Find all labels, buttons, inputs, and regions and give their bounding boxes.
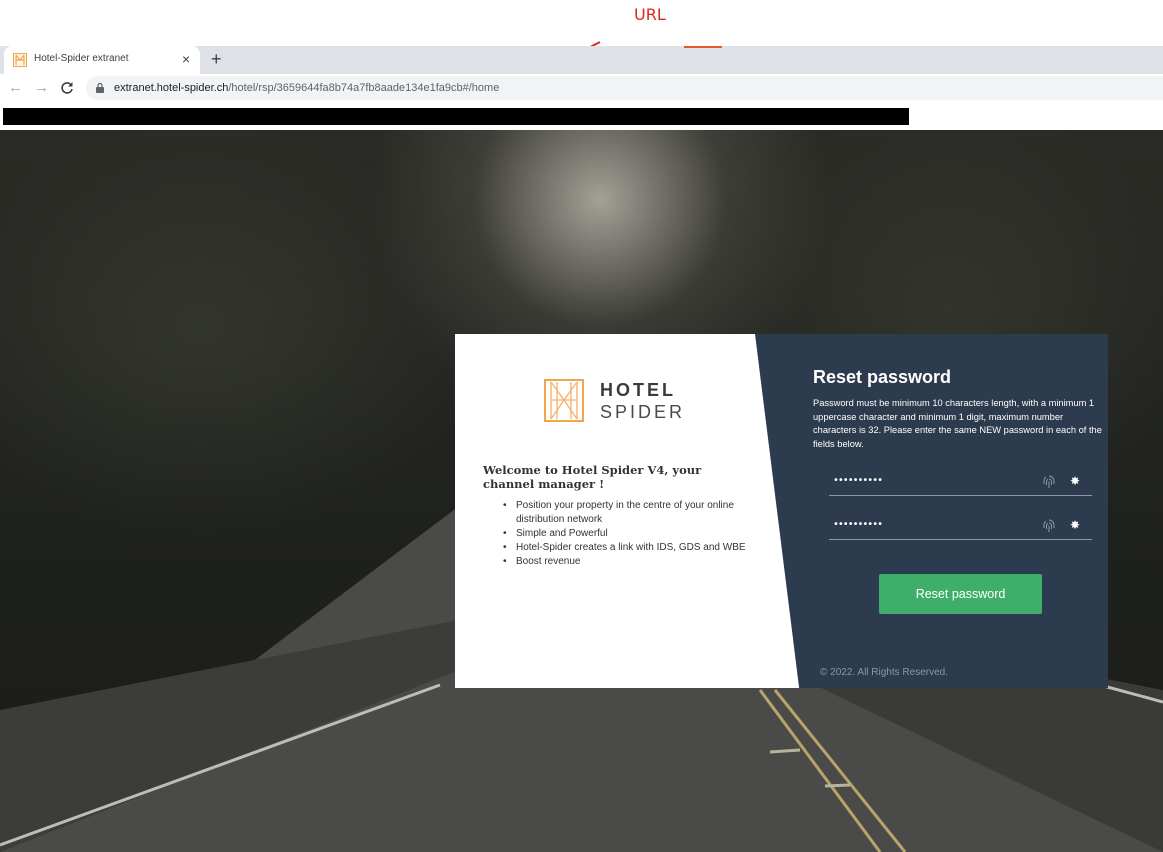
annotation-tick [684, 46, 722, 48]
reset-password-button[interactable]: Reset password [879, 574, 1042, 614]
copyright-text: © 2022. All Rights Reserved. [820, 667, 948, 678]
show-password-icon[interactable]: ✸ [1070, 473, 1080, 489]
feature-item: Position your property in the centre of … [500, 499, 760, 527]
browser-toolbar: ← → extranet.hotel-spider.ch/hotel/rsp/3… [0, 74, 1163, 102]
brand-word-spider: SPIDER [600, 402, 686, 422]
brand-word-hotel: HOTEL [600, 380, 676, 400]
show-password-icon[interactable]: ✸ [1070, 517, 1080, 533]
screenshot: URL Hotel-Spider extranet × + ← → extran… [0, 0, 1163, 852]
new-password-input[interactable] [833, 475, 1023, 486]
confirm-password-input[interactable] [833, 519, 1023, 530]
fingerprint-icon[interactable] [1043, 475, 1055, 489]
feature-item: Simple and Powerful [500, 527, 760, 541]
welcome-heading: Welcome to Hotel Spider V4, your channel… [483, 463, 702, 491]
new-password-field: ✸ [829, 470, 1092, 496]
new-tab-button[interactable]: + [211, 48, 222, 70]
url-domain: extranet.hotel-spider.ch [114, 82, 229, 94]
redaction-bar [3, 108, 909, 125]
feature-list: Position your property in the centre of … [500, 499, 760, 569]
hotel-spider-logo-icon [544, 379, 584, 422]
reset-password-title: Reset password [813, 367, 952, 387]
reload-icon[interactable] [60, 81, 74, 95]
confirm-password-field: ✸ [829, 514, 1092, 540]
feature-item: Boost revenue [500, 555, 760, 569]
lock-icon [96, 83, 104, 93]
browser-tabstrip: Hotel-Spider extranet × + [0, 46, 1163, 74]
tab-close-icon[interactable]: × [182, 50, 190, 68]
fingerprint-icon[interactable] [1043, 519, 1055, 533]
browser-tab[interactable]: Hotel-Spider extranet × [4, 46, 200, 74]
back-arrow-icon[interactable]: ← [8, 79, 23, 97]
address-bar[interactable]: extranet.hotel-spider.ch/hotel/rsp/36596… [86, 76, 1163, 100]
password-rules-text: Password must be minimum 10 characters l… [813, 398, 1102, 449]
tab-title: Hotel-Spider extranet [34, 53, 129, 64]
url-text: extranet.hotel-spider.ch/hotel/rsp/36596… [114, 82, 499, 94]
forward-arrow-icon[interactable]: → [34, 79, 49, 97]
hotel-spider-favicon-icon [13, 53, 27, 67]
annotation-url-label: URL [634, 5, 666, 24]
feature-item: Hotel-Spider creates a link with IDS, GD… [500, 541, 760, 555]
url-path: /hotel/rsp/3659644fa8b74a7fb8aade134e1fa… [228, 82, 500, 94]
